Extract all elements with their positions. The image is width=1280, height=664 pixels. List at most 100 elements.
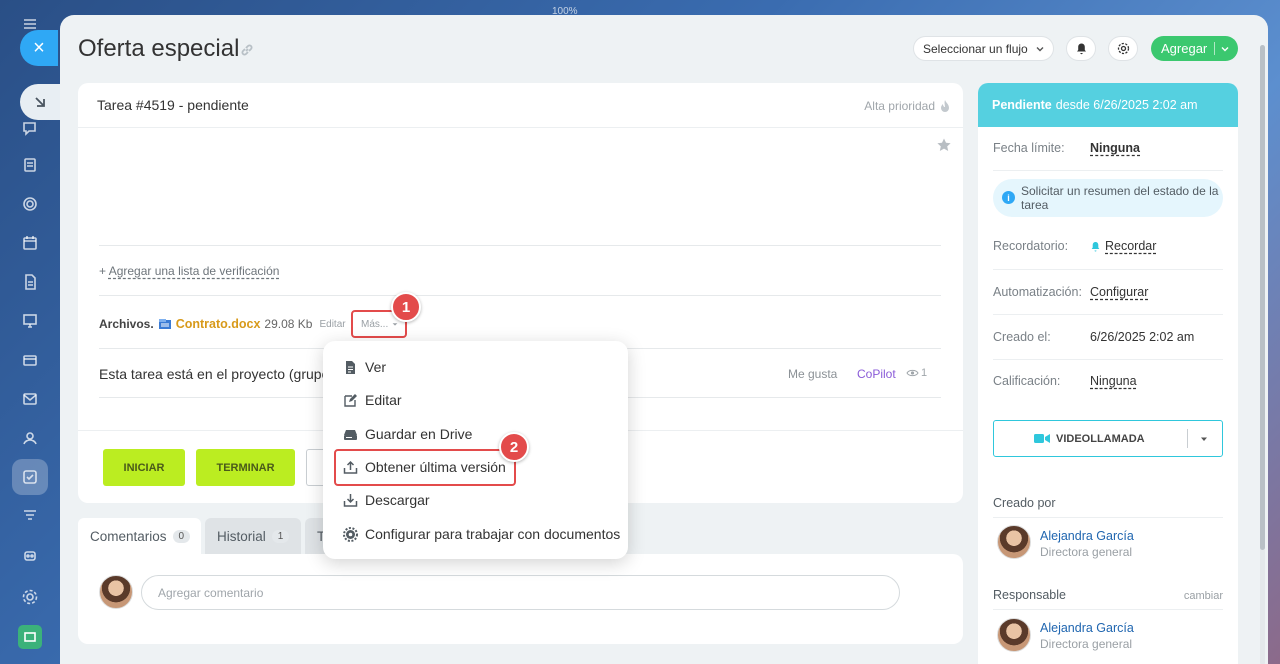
divider xyxy=(99,245,941,246)
start-button[interactable]: INICIAR xyxy=(103,449,185,486)
payments-icon[interactable] xyxy=(18,348,42,372)
documents-icon[interactable] xyxy=(18,270,42,294)
divider xyxy=(1187,429,1188,448)
responsible-avatar[interactable] xyxy=(997,618,1031,652)
menu-item-save-drive-label: Guardar en Drive xyxy=(365,426,473,442)
automation-link[interactable]: Configurar xyxy=(1090,285,1148,299)
camera-icon xyxy=(1034,434,1050,443)
highlight-get-latest xyxy=(334,449,516,486)
menu-item-configure-label: Configurar para trabajar con documentos xyxy=(365,526,621,542)
rating-row: Calificación: Ninguna xyxy=(993,374,1223,388)
mail-icon[interactable] xyxy=(18,387,42,411)
files-label: Archivos. xyxy=(99,317,154,331)
add-button-label: Agregar xyxy=(1161,41,1208,56)
avatar xyxy=(99,575,133,609)
flow-select-label: Seleccionar un flujo xyxy=(923,41,1028,56)
views-count: 1 xyxy=(906,367,927,379)
video-call-button[interactable]: VIDEOLLAMADA xyxy=(993,420,1223,457)
divider xyxy=(993,517,1223,518)
change-responsible-link[interactable]: cambiar xyxy=(1184,590,1223,602)
chevron-down-icon xyxy=(392,323,398,326)
filter-icon[interactable] xyxy=(18,504,42,528)
file-name-link[interactable]: Contrato.docx xyxy=(176,317,261,331)
status-header: Pendiente desde 6/26/2025 2:02 am xyxy=(978,83,1238,127)
status-summary-label: Solicitar un resumen del estado de la ta… xyxy=(1021,184,1219,212)
file-edit-link[interactable]: Editar xyxy=(319,319,345,330)
feed-icon[interactable] xyxy=(18,153,42,177)
scrollbar-thumb[interactable] xyxy=(1260,45,1265,550)
copilot-button[interactable]: CoPilot xyxy=(857,367,896,381)
status-since: desde 6/26/2025 2:02 am xyxy=(1055,98,1198,112)
download-icon xyxy=(343,493,358,507)
file-size: 29.08 Kb xyxy=(264,317,313,331)
add-button[interactable]: Agregar xyxy=(1151,36,1238,61)
status-summary-button[interactable]: i Solicitar un resumen del estado de la … xyxy=(993,179,1223,217)
priority-label: Alta prioridad xyxy=(864,99,935,113)
contacts-icon[interactable] xyxy=(18,426,42,450)
info-icon: i xyxy=(1002,191,1015,204)
tab-history[interactable]: Historial 1 xyxy=(205,518,301,554)
edit-icon xyxy=(344,393,357,407)
responsible-role: Directora general xyxy=(1040,637,1133,651)
scrollbar[interactable] xyxy=(1260,45,1265,664)
creator-role: Directora general xyxy=(1040,545,1133,559)
divider xyxy=(993,170,1223,171)
settings-icon[interactable] xyxy=(18,585,42,609)
tab-comments[interactable]: Comentarios 0 xyxy=(78,518,201,554)
divider xyxy=(993,359,1223,360)
tasks-icon[interactable] xyxy=(12,459,48,495)
link-icon[interactable] xyxy=(240,43,254,57)
add-checklist-link[interactable]: + Agregar una lista de verificación xyxy=(99,264,279,278)
menu-item-configure[interactable]: Configurar para trabajar con documentos xyxy=(343,526,620,542)
task-sidebar: Pendiente desde 6/26/2025 2:02 am Fecha … xyxy=(978,83,1238,664)
document-icon xyxy=(346,360,355,374)
comment-input[interactable]: Agregar comentario xyxy=(141,575,900,610)
tab-history-count: 1 xyxy=(271,529,290,543)
docx-file-icon xyxy=(158,319,171,329)
flow-select[interactable]: Seleccionar un flujo xyxy=(913,36,1054,61)
creator-avatar[interactable] xyxy=(997,525,1031,559)
creator-name[interactable]: Alejandra García xyxy=(1040,529,1134,543)
chevron-down-icon[interactable] xyxy=(1220,44,1230,54)
star-icon[interactable] xyxy=(936,137,952,153)
robot-icon[interactable] xyxy=(18,543,42,567)
rating-value[interactable]: Ninguna xyxy=(1090,374,1137,388)
deadline-value[interactable]: Ninguna xyxy=(1090,141,1140,155)
comment-area: Agregar comentario xyxy=(78,554,963,644)
notifications-button[interactable] xyxy=(1066,36,1096,61)
like-button[interactable]: Me gusta xyxy=(788,367,837,381)
responsible-title: Responsable xyxy=(993,588,1066,602)
reminder-link[interactable]: Recordar xyxy=(1105,239,1156,253)
settings-button[interactable] xyxy=(1108,36,1138,61)
divider xyxy=(99,295,941,296)
created-value: 6/26/2025 2:02 am xyxy=(1090,330,1195,344)
chevron-down-icon[interactable] xyxy=(1199,434,1209,444)
sites-icon[interactable] xyxy=(18,192,42,216)
close-slider-button[interactable]: × xyxy=(20,30,58,66)
automation-label: Automatización: xyxy=(993,285,1082,299)
bell-icon xyxy=(1076,43,1086,55)
boards-icon[interactable] xyxy=(18,309,42,333)
finish-button[interactable]: TERMINAR xyxy=(196,449,295,486)
calendar-icon[interactable] xyxy=(18,231,42,255)
priority-toggle[interactable]: Alta prioridad xyxy=(864,99,951,113)
responsible-name[interactable]: Alejandra García xyxy=(1040,621,1134,635)
menu-item-download-label: Descargar xyxy=(365,492,430,508)
minimize-slider-button[interactable] xyxy=(20,84,60,120)
task-header: Tarea #4519 - pendiente xyxy=(97,97,249,113)
project-text: Esta tarea está en el proyecto (grupo xyxy=(99,366,330,382)
app-icon[interactable] xyxy=(18,625,42,649)
menu-item-save-drive[interactable]: Guardar en Drive xyxy=(343,426,472,442)
menu-item-download[interactable]: Descargar xyxy=(343,492,430,508)
menu-item-view[interactable]: Ver xyxy=(343,359,386,375)
divider xyxy=(993,609,1223,610)
deadline-row: Fecha límite: Ninguna xyxy=(993,141,1223,155)
menu-item-edit[interactable]: Editar xyxy=(343,392,402,408)
bell-icon xyxy=(1091,241,1100,251)
divider xyxy=(78,127,963,128)
plus-sign: + xyxy=(99,264,109,278)
reminder-row: Recordatorio: Recordar xyxy=(993,239,1223,253)
files-row: Archivos. Contrato.docx 29.08 Kb Editar xyxy=(99,317,346,331)
deadline-label: Fecha límite: xyxy=(993,141,1065,155)
checklist-link-label: Agregar una lista de verificación xyxy=(108,264,280,278)
